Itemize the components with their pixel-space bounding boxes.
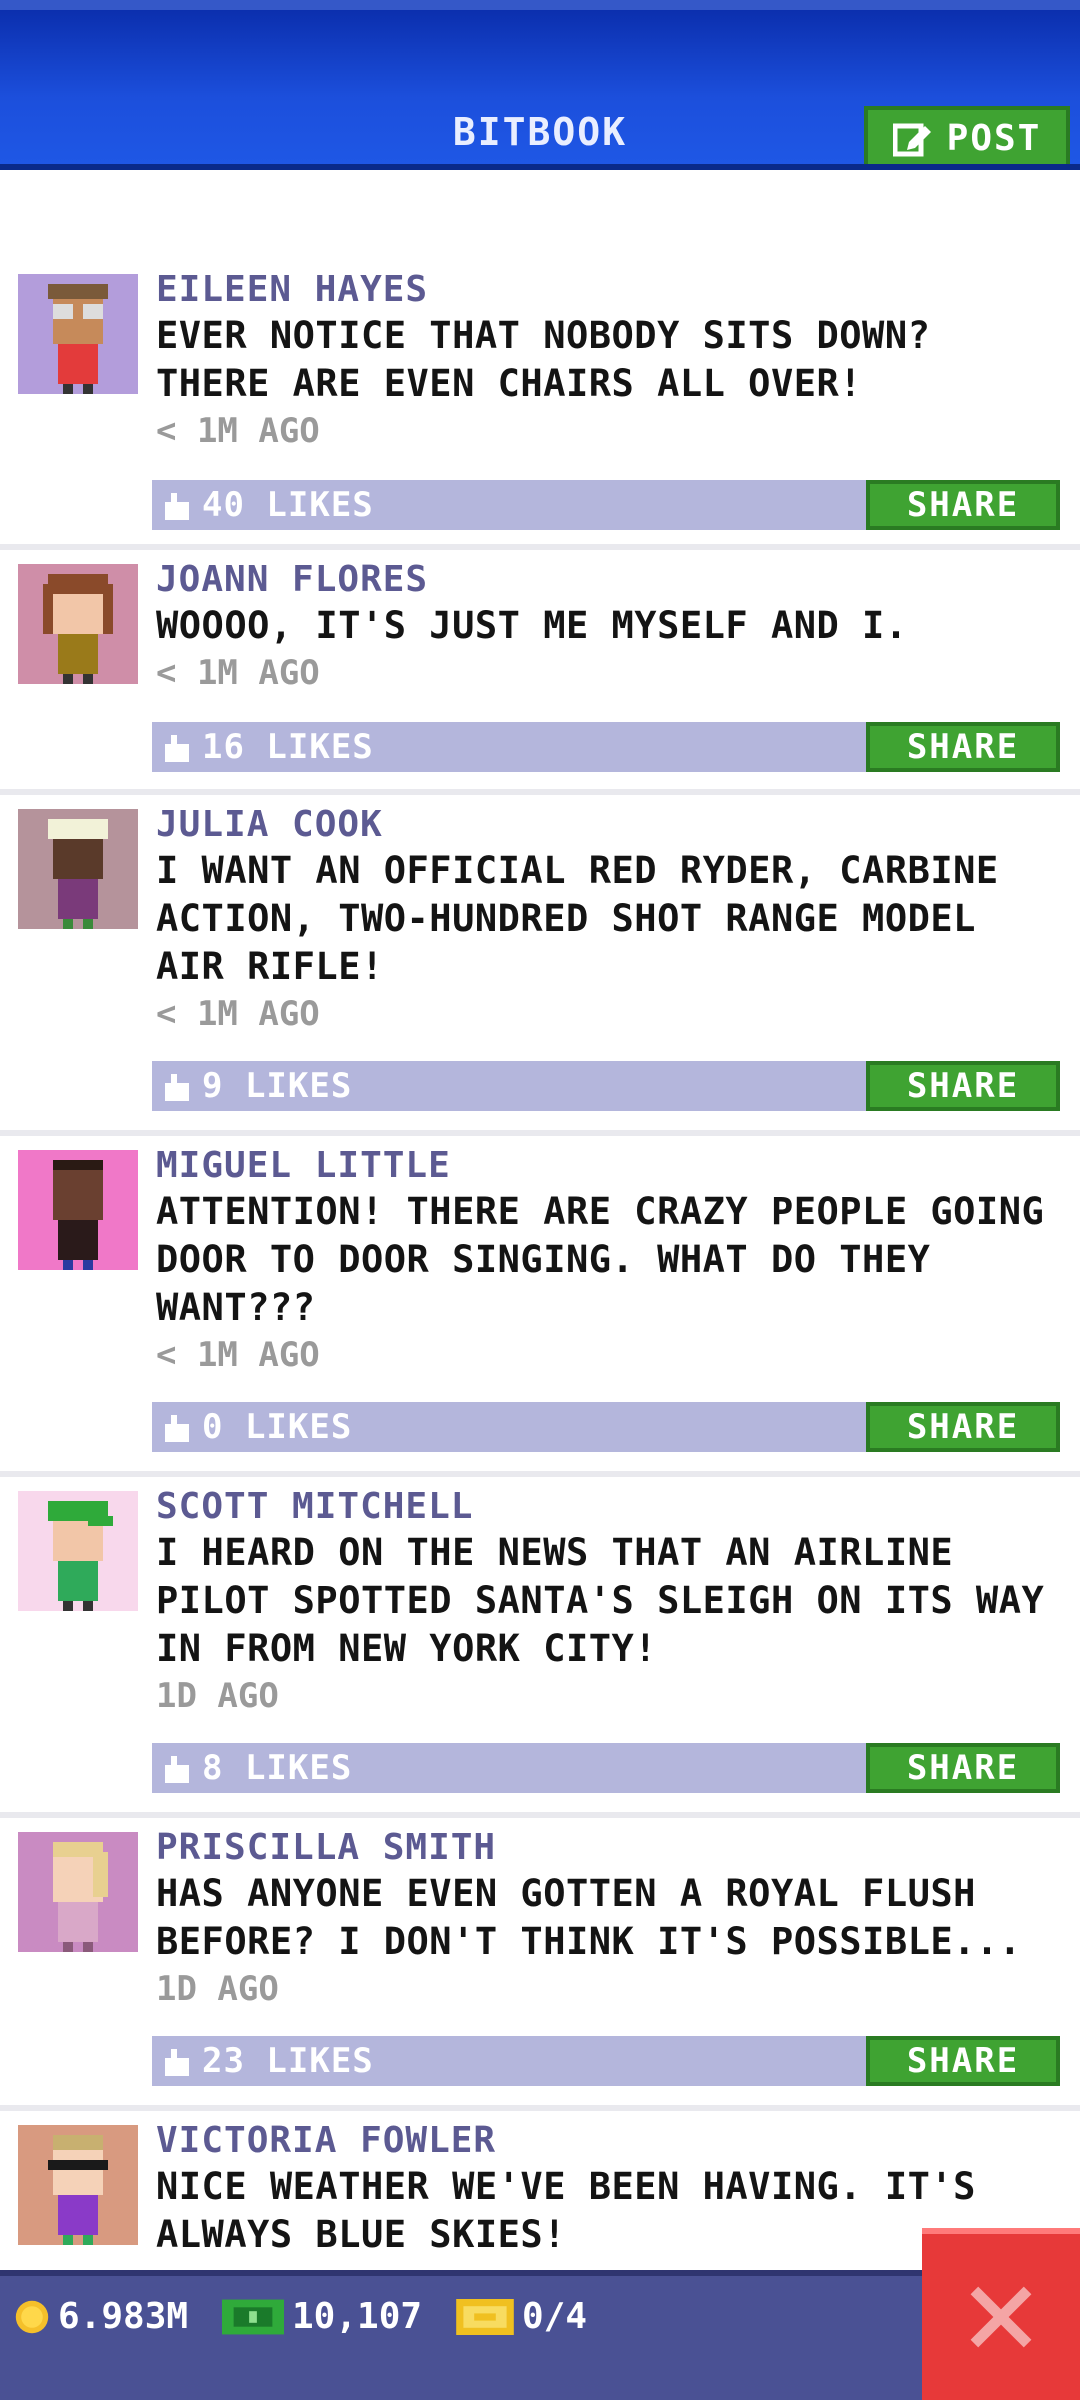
author-name[interactable]: PRISCILLA SMITH bbox=[156, 1826, 1062, 1870]
person-icon bbox=[48, 1501, 113, 1611]
post-time: 1D AGO bbox=[156, 1676, 279, 1716]
close-button[interactable] bbox=[922, 2228, 1080, 2400]
feed-post: EILEEN HAYES EVER NOTICE THAT NOBODY SIT… bbox=[0, 260, 1080, 550]
coins-value: 6.983M bbox=[58, 2296, 189, 2337]
likes-row: 23 LIKES SHARE bbox=[152, 2036, 1060, 2086]
avatar[interactable] bbox=[18, 1491, 138, 1611]
thumbs-up-icon[interactable] bbox=[162, 1412, 192, 1442]
post-content: JULIA COOK I WANT AN OFFICIAL RED RYDER,… bbox=[156, 803, 1062, 1037]
post-content: MIGUEL LITTLE ATTENTION! THERE ARE CRAZY… bbox=[156, 1144, 1062, 1378]
post-time: < 1M AGO bbox=[156, 653, 320, 693]
share-button[interactable]: SHARE bbox=[866, 1402, 1060, 1452]
bottom-bar: 6.983M 10,107 0/4 bbox=[0, 2270, 1080, 2400]
person-icon bbox=[48, 284, 108, 394]
likes-count: 23 LIKES bbox=[202, 2041, 374, 2081]
author-name[interactable]: VICTORIA FOWLER bbox=[156, 2119, 1062, 2163]
share-button[interactable]: SHARE bbox=[866, 1743, 1060, 1793]
post-message: WOOOO, IT'S JUST ME MYSELF AND I. bbox=[156, 604, 908, 647]
likes-row: 40 LIKES SHARE bbox=[152, 480, 1060, 530]
feed-post: PRISCILLA SMITH HAS ANYONE EVEN GOTTEN A… bbox=[0, 1818, 1080, 2111]
likes-row: 8 LIKES SHARE bbox=[152, 1743, 1060, 1793]
post-content: JOANN FLORES WOOOO, IT'S JUST ME MYSELF … bbox=[156, 558, 1062, 696]
likes-count: 40 LIKES bbox=[202, 485, 374, 525]
feed-post: JULIA COOK I WANT AN OFFICIAL RED RYDER,… bbox=[0, 795, 1080, 1136]
post-button-label: POST bbox=[946, 117, 1042, 159]
feed-post: MIGUEL LITTLE ATTENTION! THERE ARE CRAZY… bbox=[0, 1136, 1080, 1477]
post-content: SCOTT MITCHELL I HEARD ON THE NEWS THAT … bbox=[156, 1485, 1062, 1719]
post-button[interactable]: POST bbox=[864, 106, 1070, 170]
avatar[interactable] bbox=[18, 1832, 138, 1952]
author-name[interactable]: MIGUEL LITTLE bbox=[156, 1144, 1062, 1188]
author-name[interactable]: JULIA COOK bbox=[156, 803, 1062, 847]
bux-stat: 10,107 bbox=[222, 2296, 422, 2337]
avatar[interactable] bbox=[18, 2125, 138, 2245]
likes-count: 8 LIKES bbox=[202, 1748, 353, 1788]
post-message: ATTENTION! THERE ARE CRAZY PEOPLE GOING … bbox=[156, 1190, 1045, 1329]
thumbs-up-icon[interactable] bbox=[162, 732, 192, 762]
author-name[interactable]: SCOTT MITCHELL bbox=[156, 1485, 1062, 1529]
post-time: < 1M AGO bbox=[156, 1335, 320, 1375]
avatar[interactable] bbox=[18, 564, 138, 684]
feed[interactable]: EILEEN HAYES EVER NOTICE THAT NOBODY SIT… bbox=[0, 260, 1080, 2301]
post-time: < 1M AGO bbox=[156, 411, 320, 451]
share-button[interactable]: SHARE bbox=[866, 1061, 1060, 1111]
tickets-value: 0/4 bbox=[522, 2296, 588, 2337]
post-message: EVER NOTICE THAT NOBODY SITS DOWN? THERE… bbox=[156, 314, 931, 405]
feed-post: SCOTT MITCHELL I HEARD ON THE NEWS THAT … bbox=[0, 1477, 1080, 1818]
thumbs-up-icon[interactable] bbox=[162, 1753, 192, 1783]
compose-icon bbox=[892, 123, 931, 157]
author-name[interactable]: JOANN FLORES bbox=[156, 558, 1062, 602]
post-message: I WANT AN OFFICIAL RED RYDER, CARBINE AC… bbox=[156, 849, 999, 988]
coin-icon bbox=[15, 2300, 49, 2333]
tickets-stat: 0/4 bbox=[456, 2296, 587, 2337]
thumbs-up-icon[interactable] bbox=[162, 490, 192, 520]
close-icon bbox=[970, 2286, 1032, 2348]
bux-icon bbox=[222, 2299, 284, 2334]
thumbs-up-icon[interactable] bbox=[162, 1071, 192, 1101]
thumbs-up-icon[interactable] bbox=[162, 2046, 192, 2076]
ticket-icon bbox=[456, 2298, 514, 2335]
person-icon bbox=[48, 2135, 108, 2245]
post-content: EILEEN HAYES EVER NOTICE THAT NOBODY SIT… bbox=[156, 268, 1062, 454]
avatar[interactable] bbox=[18, 809, 138, 929]
likes-count: 0 LIKES bbox=[202, 1407, 353, 1447]
bux-value: 10,107 bbox=[292, 2296, 423, 2337]
likes-row: 9 LIKES SHARE bbox=[152, 1061, 1060, 1111]
feed-post: JOANN FLORES WOOOO, IT'S JUST ME MYSELF … bbox=[0, 550, 1080, 795]
post-content: PRISCILLA SMITH HAS ANYONE EVEN GOTTEN A… bbox=[156, 1826, 1062, 2012]
post-time: < 1M AGO bbox=[156, 994, 320, 1034]
coins-stat: 6.983M bbox=[14, 2296, 188, 2337]
avatar[interactable] bbox=[18, 1150, 138, 1270]
post-time: 1D AGO bbox=[156, 1969, 279, 2009]
person-icon bbox=[53, 1160, 103, 1270]
share-button[interactable]: SHARE bbox=[866, 480, 1060, 530]
header-bar: BITBOOK POST bbox=[0, 0, 1080, 170]
person-icon bbox=[48, 819, 108, 929]
author-name[interactable]: EILEEN HAYES bbox=[156, 268, 1062, 312]
avatar[interactable] bbox=[18, 274, 138, 394]
person-icon bbox=[53, 1842, 108, 1952]
likes-row: 16 LIKES SHARE bbox=[152, 722, 1060, 772]
likes-row: 0 LIKES SHARE bbox=[152, 1402, 1060, 1452]
likes-count: 16 LIKES bbox=[202, 727, 374, 767]
share-button[interactable]: SHARE bbox=[866, 2036, 1060, 2086]
share-button[interactable]: SHARE bbox=[866, 722, 1060, 772]
post-message: I HEARD ON THE NEWS THAT AN AIRLINE PILO… bbox=[156, 1531, 1045, 1670]
person-icon bbox=[43, 574, 113, 684]
post-message: HAS ANYONE EVEN GOTTEN A ROYAL FLUSH BEF… bbox=[156, 1872, 1022, 1963]
likes-count: 9 LIKES bbox=[202, 1066, 353, 1106]
